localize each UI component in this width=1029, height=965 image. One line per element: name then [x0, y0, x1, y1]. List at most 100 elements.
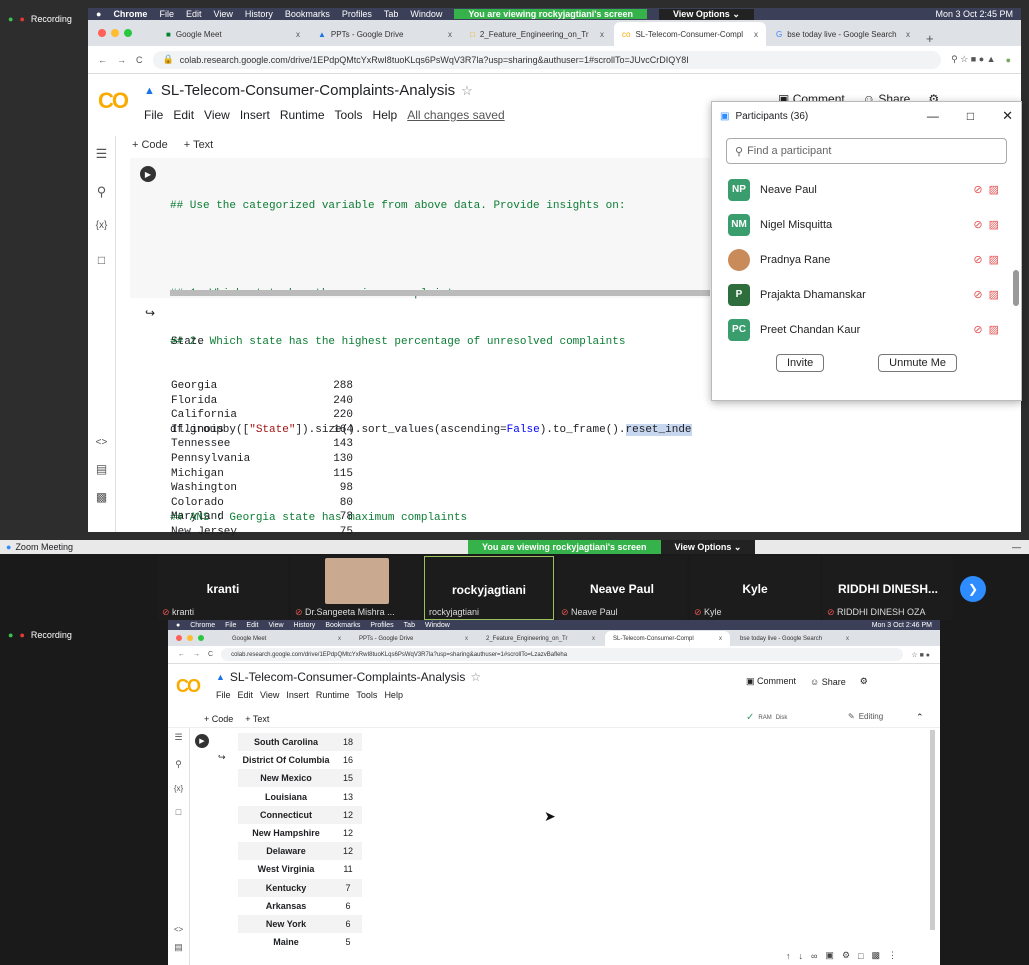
resource-monitor[interactable]: ✓ RAM Disk: [746, 712, 787, 723]
share-button[interactable]: ☺ Share: [810, 677, 846, 687]
tab-ppts-drive[interactable]: PPTs - Google Drive x: [351, 631, 476, 646]
back-icon[interactable]: ←: [178, 651, 185, 658]
tab-close-icon[interactable]: x: [592, 636, 595, 642]
recording-indicator[interactable]: ● ● Recording: [8, 630, 72, 640]
mac-menu-profiles[interactable]: Profiles: [370, 622, 393, 629]
add-text-button[interactable]: + Text: [184, 139, 213, 151]
url-input[interactable]: 🔒 colab.research.google.com/drive/1EPdpQ…: [152, 50, 942, 69]
view-options-button[interactable]: View Options ⌄: [658, 8, 754, 20]
menu-view[interactable]: View: [260, 690, 279, 700]
notebook-title[interactable]: SL-Telecom-Consumer-Complaints-Analysis: [161, 82, 455, 99]
close-window-icon[interactable]: [176, 635, 182, 641]
run-cell-button[interactable]: ▶: [195, 734, 209, 748]
menu-help[interactable]: Help: [384, 690, 403, 700]
mac-menu-edit[interactable]: Edit: [186, 9, 202, 19]
mac-menu-edit[interactable]: Edit: [246, 622, 258, 629]
star-icon[interactable]: ☆: [470, 670, 481, 684]
mac-menu-chrome[interactable]: Chrome: [190, 622, 215, 629]
star-icon[interactable]: ☆: [461, 83, 473, 99]
add-code-button[interactable]: + Code: [204, 714, 233, 724]
menu-file[interactable]: File: [144, 108, 163, 122]
menu-runtime[interactable]: Runtime: [316, 690, 350, 700]
menu-edit[interactable]: Edit: [238, 690, 254, 700]
mac-menu-file[interactable]: File: [159, 9, 174, 19]
mac-menu-window[interactable]: Window: [410, 9, 442, 19]
mac-menu-bookmarks[interactable]: Bookmarks: [325, 622, 360, 629]
tab-close-icon[interactable]: x: [465, 636, 468, 642]
maximize-icon[interactable]: □: [967, 109, 974, 123]
tab-telecom-complaints[interactable]: co SL-Telecom-Consumer-Compl x: [614, 22, 766, 46]
tab-ppts-drive[interactable]: ▲ PPTs - Google Drive x: [310, 22, 460, 46]
video-tile[interactable]: Neave Paul ⊘ Neave Paul: [557, 556, 687, 620]
comment-button[interactable]: ▣ Comment: [746, 676, 796, 687]
menu-runtime[interactable]: Runtime: [280, 108, 325, 122]
mac-menu-history[interactable]: History: [245, 9, 273, 19]
minimize-icon[interactable]: —: [1012, 542, 1021, 552]
maximize-window-icon[interactable]: [124, 29, 132, 37]
add-code-button[interactable]: + Code: [132, 139, 168, 151]
video-tile[interactable]: ⊘ Dr.Sangeeta Mishra ...: [291, 556, 421, 620]
variables-icon[interactable]: {x}: [174, 784, 183, 793]
reload-icon[interactable]: C: [136, 55, 143, 65]
tab-close-icon[interactable]: x: [600, 30, 604, 39]
video-tile[interactable]: RIDDHI DINESH... ⊘ RIDDHI DINESH OZA: [823, 556, 953, 620]
menu-insert[interactable]: Insert: [240, 108, 270, 122]
new-tab-icon[interactable]: +: [920, 31, 934, 46]
terminal-icon[interactable]: ▩: [96, 490, 107, 504]
add-text-button[interactable]: + Text: [245, 714, 269, 724]
code-cell[interactable]: ▶ ## Use the categorized variable from a…: [130, 158, 710, 524]
tab-bse-search[interactable]: Gbse today live - Google Search x: [768, 22, 918, 46]
mac-menu-chrome[interactable]: Chrome: [113, 9, 147, 19]
video-tile[interactable]: kranti ⊘ kranti: [158, 556, 288, 620]
mac-menu-history[interactable]: History: [294, 622, 316, 629]
mac-menu-window[interactable]: Window: [425, 622, 450, 629]
tab-close-icon[interactable]: x: [846, 636, 849, 642]
participant-row[interactable]: NM Nigel Misquitta ⊘▨: [712, 207, 1021, 242]
menu-tools[interactable]: Tools: [356, 690, 377, 700]
link-icon[interactable]: ∞: [811, 951, 817, 961]
command-palette-icon[interactable]: ▤: [174, 942, 183, 953]
run-cell-button[interactable]: ▶: [140, 166, 156, 182]
tab-close-icon[interactable]: x: [338, 636, 341, 642]
video-tile[interactable]: rockyjagtiani rockyjagtiani: [424, 556, 554, 620]
mac-menu-file[interactable]: File: [225, 622, 236, 629]
mac-menu-tab[interactable]: Tab: [384, 9, 399, 19]
forward-icon[interactable]: →: [117, 55, 126, 65]
close-window-icon[interactable]: [98, 29, 106, 37]
apple-icon[interactable]: ●: [96, 9, 101, 19]
tab-telecom-complaints[interactable]: SL-Telecom-Consumer-Compl x: [605, 631, 730, 646]
next-page-button[interactable]: ❯: [960, 576, 986, 602]
tab-feature-engineering[interactable]: 2_Feature_Engineering_on_Tr x: [478, 631, 603, 646]
view-options-button[interactable]: View Options ⌄: [660, 540, 756, 554]
minimize-window-icon[interactable]: [111, 29, 119, 37]
url-input[interactable]: colab.research.google.com/drive/1EPdpQMt…: [221, 648, 904, 661]
tab-google-meet[interactable]: Google Meet x: [224, 631, 349, 646]
unmute-me-button[interactable]: Unmute Me: [878, 354, 957, 372]
files-icon[interactable]: □: [176, 807, 181, 817]
table-of-contents-icon[interactable]: ☰: [96, 146, 108, 162]
horizontal-scrollbar[interactable]: [170, 290, 710, 296]
maximize-window-icon[interactable]: [198, 635, 204, 641]
invite-button[interactable]: Invite: [776, 354, 825, 372]
mac-menu-tab[interactable]: Tab: [404, 622, 415, 629]
more-icon[interactable]: ⋮: [888, 950, 897, 961]
vertical-scrollbar[interactable]: [930, 730, 935, 930]
minimize-window-icon[interactable]: [187, 635, 193, 641]
participant-row[interactable]: P Prajakta Dhamanskar ⊘▨: [712, 277, 1021, 312]
settings-icon[interactable]: ⚙: [842, 950, 850, 961]
search-icon[interactable]: ⚲: [97, 184, 107, 200]
participant-row[interactable]: NP Neave Paul ⊘▨: [712, 172, 1021, 207]
profile-avatar-icon[interactable]: ●: [1006, 55, 1011, 65]
move-down-icon[interactable]: ↓: [799, 951, 804, 961]
apple-icon[interactable]: ●: [176, 622, 180, 629]
tab-bse-search[interactable]: bse today live - Google Search x: [732, 631, 857, 646]
close-icon[interactable]: ✕: [1002, 108, 1013, 124]
tab-close-icon[interactable]: x: [448, 30, 452, 39]
files-icon[interactable]: □: [98, 253, 105, 267]
participant-row[interactable]: PC Preet Chandan Kaur ⊘▨: [712, 312, 1021, 347]
code-snippets-icon[interactable]: <>: [174, 925, 183, 934]
forward-icon[interactable]: →: [193, 651, 200, 658]
save-status[interactable]: All changes saved: [407, 108, 504, 122]
extensions-icons[interactable]: ☆ ■ ●: [911, 651, 930, 659]
participant-list-scrollbar[interactable]: [1013, 270, 1019, 306]
